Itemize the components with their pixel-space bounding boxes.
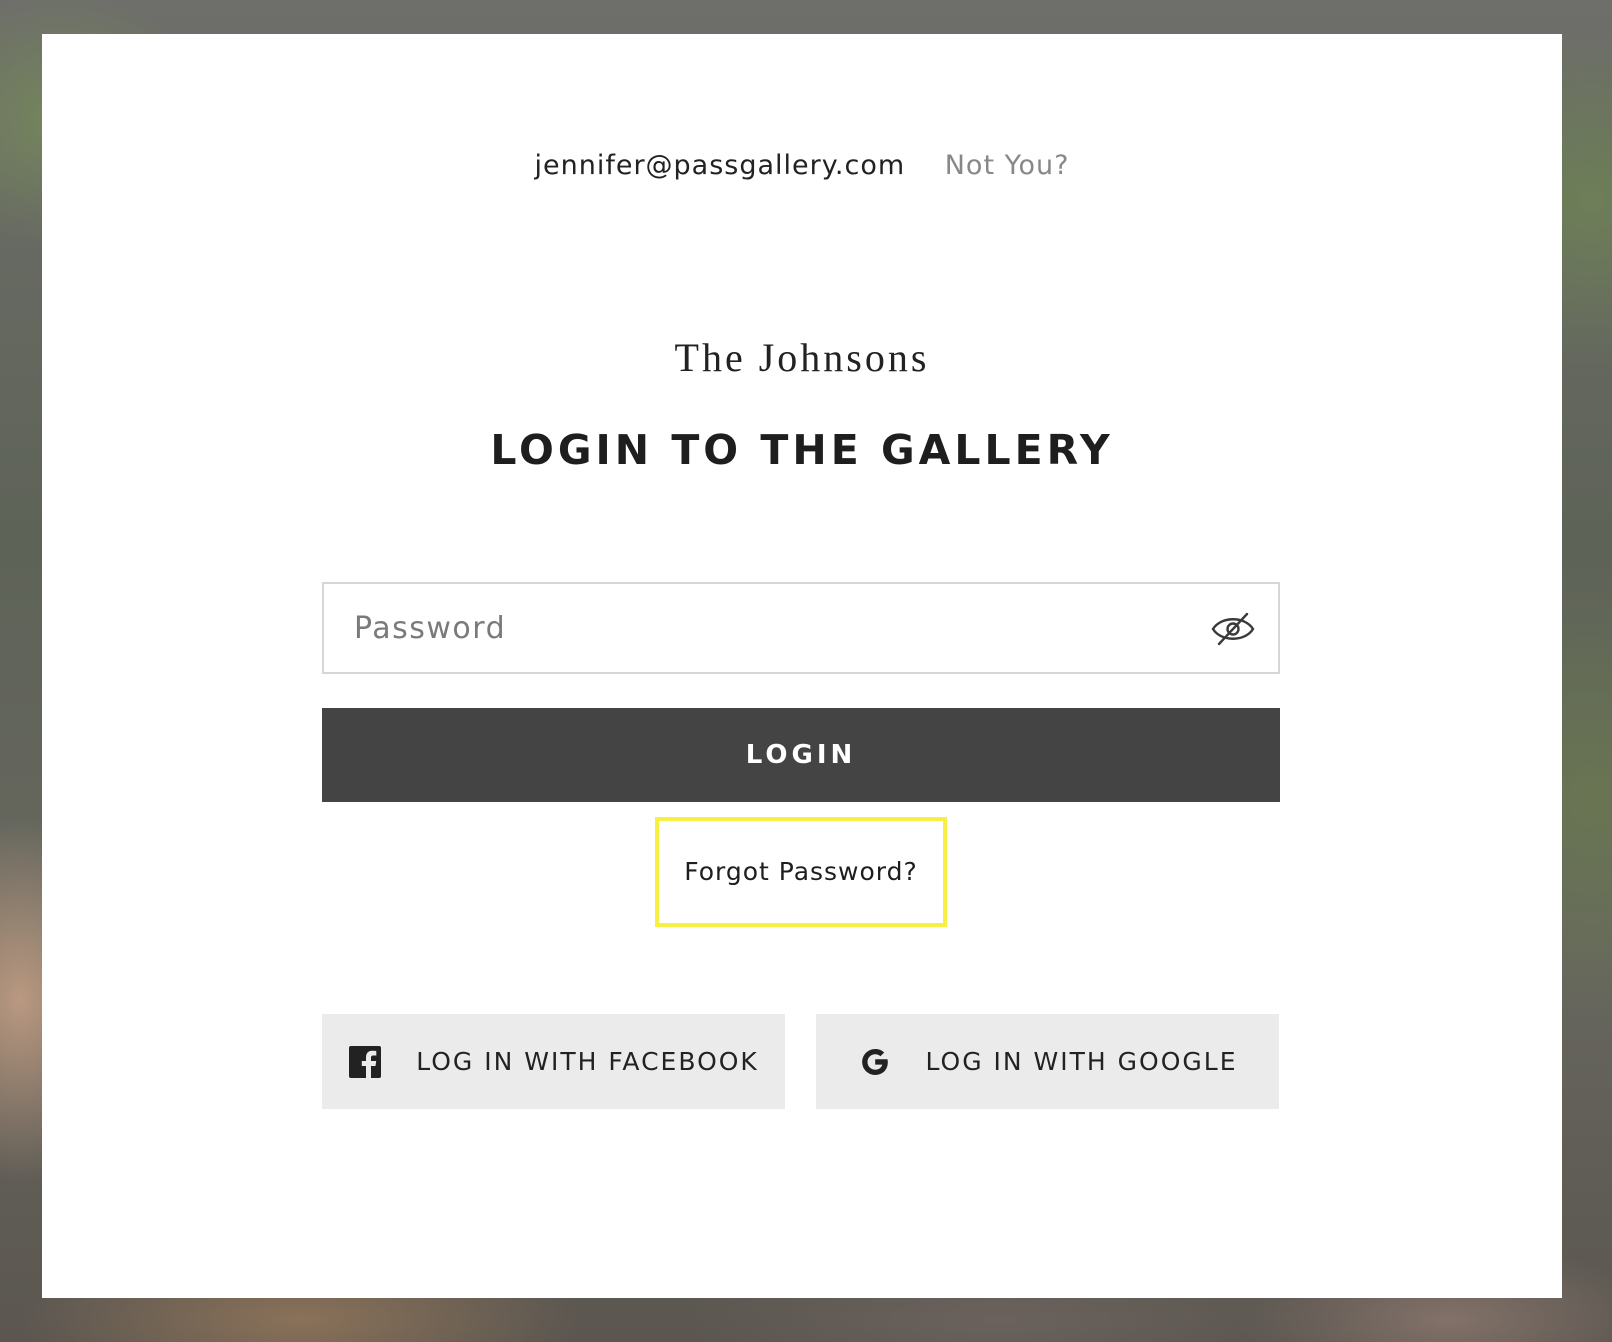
forgot-password-highlight: Forgot Password?	[655, 817, 947, 927]
password-field	[322, 582, 1280, 674]
facebook-icon	[348, 1045, 382, 1079]
facebook-login-label: LOG IN WITH FACEBOOK	[416, 1047, 759, 1076]
account-email: jennifer@passgallery.com	[534, 150, 906, 181]
page-title: LOGIN TO THE GALLERY	[490, 426, 1114, 474]
google-icon	[858, 1045, 892, 1079]
password-input[interactable]	[354, 602, 1174, 654]
login-card: jennifer@passgallery.com Not You? The Jo…	[42, 34, 1562, 1298]
not-you-link[interactable]: Not You?	[945, 150, 1070, 181]
login-button[interactable]: LOGIN	[322, 708, 1280, 802]
forgot-password-link[interactable]: Forgot Password?	[659, 821, 943, 923]
gallery-name: The Johnsons	[674, 335, 930, 380]
account-row: jennifer@passgallery.com Not You?	[42, 146, 1562, 186]
facebook-login-button[interactable]: LOG IN WITH FACEBOOK	[322, 1014, 785, 1109]
google-login-label: LOG IN WITH GOOGLE	[925, 1047, 1238, 1076]
eye-slash-icon[interactable]	[1210, 610, 1256, 648]
google-login-button[interactable]: LOG IN WITH GOOGLE	[816, 1014, 1279, 1109]
